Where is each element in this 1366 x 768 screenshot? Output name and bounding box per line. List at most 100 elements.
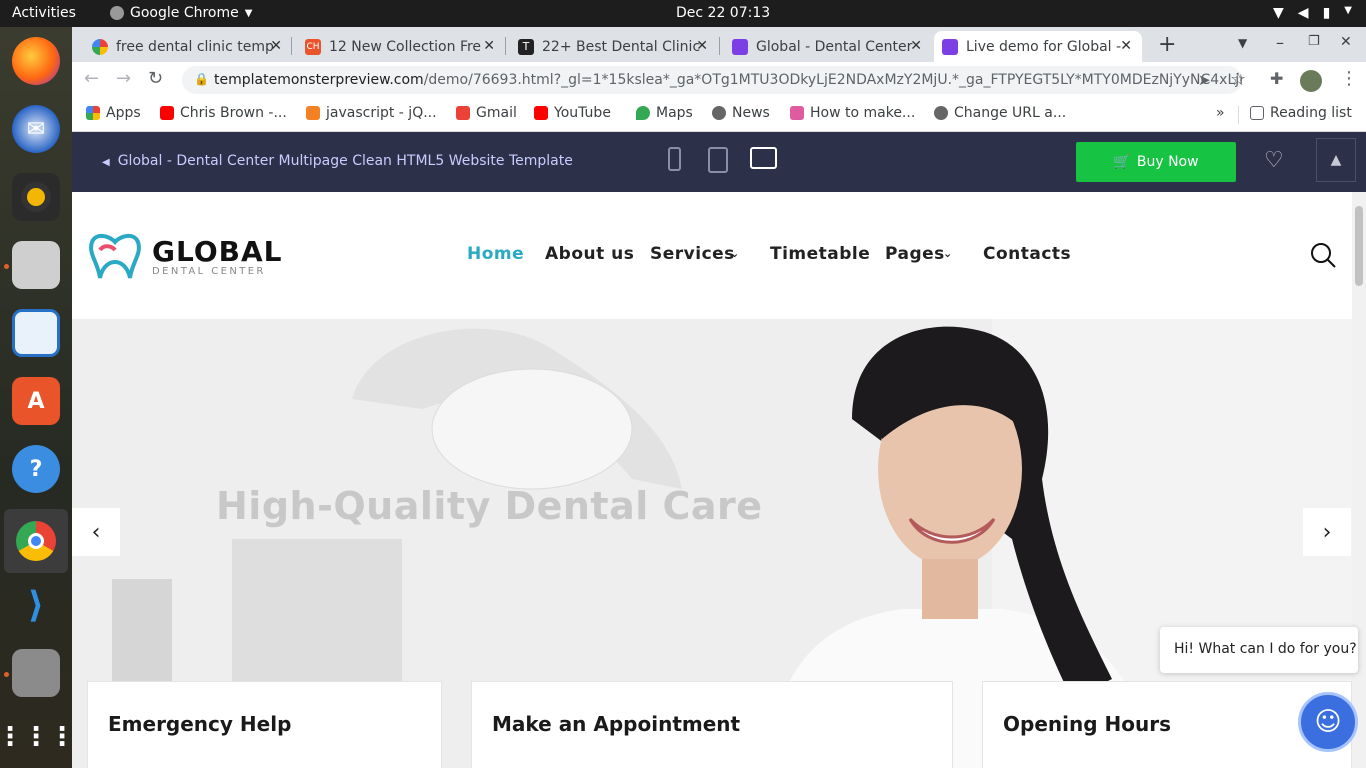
rhythmbox-icon[interactable] bbox=[12, 173, 60, 221]
close-icon[interactable]: ✕ bbox=[483, 38, 495, 54]
share-icon[interactable]: ➤ bbox=[1198, 71, 1211, 89]
apps-grid-icon bbox=[86, 106, 100, 120]
globe-icon bbox=[934, 106, 948, 120]
page-scrollbar[interactable] bbox=[1352, 192, 1366, 768]
bookmark-how-to-make[interactable]: How to make... bbox=[790, 105, 915, 121]
extensions-icon[interactable]: ✚ bbox=[1270, 69, 1283, 88]
tab-1[interactable]: free dental clinic temp ✕ bbox=[84, 31, 292, 62]
chevron-down-icon: ▼ bbox=[244, 7, 253, 19]
writer-icon[interactable] bbox=[12, 309, 60, 357]
preview-back-link[interactable]: ◀ Global - Dental Center Multipage Clean … bbox=[102, 153, 573, 169]
bookmark-news[interactable]: News bbox=[712, 105, 770, 121]
templatemonster-icon bbox=[942, 38, 958, 55]
firefox-icon[interactable] bbox=[12, 37, 60, 85]
forward-button[interactable]: → bbox=[116, 68, 131, 89]
close-icon[interactable]: ✕ bbox=[696, 38, 708, 54]
bookmarks-divider bbox=[1238, 106, 1239, 124]
clock[interactable]: Dec 22 07:13 bbox=[676, 5, 770, 21]
close-icon[interactable]: ✕ bbox=[1120, 38, 1132, 54]
emergency-help-card[interactable]: Emergency Help bbox=[87, 681, 442, 768]
card-title: Emergency Help bbox=[108, 712, 292, 736]
bookmark-gmail[interactable]: Gmail bbox=[456, 105, 517, 121]
chat-bubble[interactable]: Hi! What can I do for you? bbox=[1160, 627, 1358, 673]
nav-pages[interactable]: Pages bbox=[885, 244, 945, 264]
vscode-icon[interactable]: ⟩ bbox=[12, 581, 60, 629]
running-indicator bbox=[4, 264, 9, 269]
thunderbird-icon[interactable]: ✉ bbox=[12, 105, 60, 153]
desktop-view-icon[interactable] bbox=[750, 147, 777, 169]
globe-icon bbox=[712, 106, 726, 120]
minimize-button[interactable]: – bbox=[1276, 33, 1284, 52]
caret-left-icon: ◀ bbox=[102, 157, 110, 168]
app-menu[interactable]: Google Chrome ▼ bbox=[110, 5, 252, 21]
close-icon[interactable]: ✕ bbox=[270, 38, 282, 54]
back-button[interactable]: ← bbox=[84, 68, 99, 89]
search-icon[interactable] bbox=[1310, 242, 1336, 268]
app-center-icon[interactable]: A bbox=[12, 377, 60, 425]
new-tab-button[interactable]: + bbox=[1158, 32, 1176, 57]
chevron-down-icon: ⌄ bbox=[730, 247, 740, 260]
bookmark-apps[interactable]: Apps bbox=[86, 105, 141, 121]
nav-home[interactable]: Home bbox=[467, 244, 524, 264]
maximize-button[interactable]: ❐ bbox=[1308, 34, 1320, 49]
bookmark-youtube[interactable]: YouTube bbox=[534, 105, 611, 121]
site-logo[interactable]: GLOBAL DENTAL CENTER bbox=[86, 232, 282, 282]
url-domain: templatemonsterpreview.com bbox=[214, 72, 424, 88]
tooth-logo-icon bbox=[89, 234, 141, 279]
caret-up-icon: ▲ bbox=[1330, 152, 1342, 168]
nav-contacts[interactable]: Contacts bbox=[983, 244, 1071, 264]
slider-next-button[interactable]: › bbox=[1303, 508, 1351, 556]
bookmark-javascript[interactable]: javascript - jQ... bbox=[306, 105, 437, 121]
chat-launcher-button[interactable]: ☺ bbox=[1298, 692, 1358, 752]
tablet-view-icon[interactable] bbox=[708, 147, 728, 173]
bookmark-label: How to make... bbox=[810, 105, 916, 121]
nav-timetable[interactable]: Timetable bbox=[770, 244, 870, 264]
gmail-icon bbox=[456, 106, 470, 120]
mobile-view-icon[interactable] bbox=[668, 147, 681, 171]
tab-separator bbox=[505, 37, 506, 55]
running-indicator bbox=[4, 672, 9, 677]
tab-4[interactable]: Global - Dental Center ✕ bbox=[724, 31, 932, 62]
bookmark-label: Maps bbox=[656, 105, 693, 121]
tab-2[interactable]: CH 12 New Collection Fre ✕ bbox=[297, 31, 505, 62]
heart-icon[interactable]: ♡ bbox=[1264, 148, 1284, 173]
nav-about-us[interactable]: About us bbox=[545, 244, 634, 264]
activities-button[interactable]: Activities bbox=[12, 5, 76, 21]
tab-3[interactable]: T 22+ Best Dental Clinic ✕ bbox=[510, 31, 718, 62]
chevron-right-icon: › bbox=[1322, 519, 1332, 545]
buy-now-button[interactable]: 🛒 Buy Now bbox=[1076, 142, 1236, 182]
bookmark-star-icon[interactable]: ☆ bbox=[1230, 69, 1246, 90]
tab-search-icon[interactable]: ▼ bbox=[1238, 36, 1247, 50]
opening-hours-card[interactable]: Opening Hours bbox=[982, 681, 1352, 768]
lock-icon: 🔒 bbox=[194, 72, 209, 86]
appointment-card[interactable]: Make an Appointment bbox=[471, 681, 953, 768]
bookmark-maps[interactable]: Maps bbox=[636, 105, 693, 121]
ch-icon: CH bbox=[305, 38, 321, 55]
system-tray[interactable]: ▼ ◀ ▮ ▼ bbox=[1273, 5, 1352, 21]
address-bar[interactable]: 🔒 templatemonsterpreview.com/demo/76693.… bbox=[182, 66, 1242, 94]
url-path: /demo/76693.html?_gl=1*15kslea*_ga*OTg1M… bbox=[423, 72, 1242, 88]
wifi-icon: ▼ bbox=[1273, 5, 1284, 21]
youtube-icon bbox=[160, 106, 174, 120]
show-apps-icon[interactable]: ⋮⋮⋮ bbox=[0, 713, 75, 761]
bookmark-change-url[interactable]: Change URL a... bbox=[934, 105, 1066, 121]
files-icon[interactable] bbox=[12, 241, 60, 289]
toolbar: ← → ↻ 🔒 templatemonsterpreview.com/demo/… bbox=[72, 62, 1366, 98]
close-icon[interactable]: ✕ bbox=[910, 38, 922, 54]
bookmark-chris-brown[interactable]: Chris Brown -... bbox=[160, 105, 287, 121]
reload-button[interactable]: ↻ bbox=[148, 68, 163, 89]
menu-icon[interactable]: ⋮ bbox=[1340, 68, 1358, 89]
reading-list-button[interactable]: Reading list bbox=[1250, 105, 1352, 121]
help-icon[interactable]: ? bbox=[12, 445, 60, 493]
nav-services[interactable]: Services bbox=[650, 244, 735, 264]
scrollbar-thumb[interactable] bbox=[1355, 206, 1363, 286]
bookmarks-overflow-button[interactable]: » bbox=[1216, 105, 1225, 121]
tab-5-active[interactable]: Live demo for Global - ✕ bbox=[934, 31, 1142, 62]
slider-prev-button[interactable]: ‹ bbox=[72, 508, 120, 556]
archive-icon[interactable] bbox=[12, 649, 60, 697]
close-window-button[interactable]: ✕ bbox=[1340, 34, 1352, 50]
chrome-icon[interactable] bbox=[4, 509, 68, 573]
collapse-bar-button[interactable]: ▲ bbox=[1316, 138, 1356, 182]
avatar[interactable] bbox=[1300, 70, 1322, 92]
website-viewport: GLOBAL DENTAL CENTER Home About us Servi… bbox=[72, 192, 1366, 768]
